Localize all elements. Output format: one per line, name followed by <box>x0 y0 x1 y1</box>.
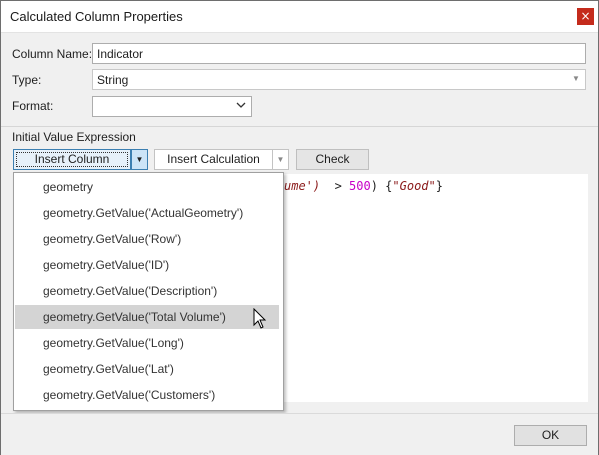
insert-column-menu: geometry geometry.GetValue('ActualGeomet… <box>13 172 284 411</box>
menu-item-description[interactable]: geometry.GetValue('Description') <box>15 279 279 303</box>
menu-item-total-volume[interactable]: geometry.GetValue('Total Volume') <box>15 305 279 329</box>
ok-label: OK <box>541 428 560 442</box>
format-label: Format: <box>12 99 54 113</box>
check-label: Check <box>315 152 350 166</box>
type-label: Type: <box>12 73 42 87</box>
code-string: "Good" <box>392 179 436 193</box>
insert-calculation-dropdown-toggle[interactable]: ▼ <box>272 149 289 170</box>
column-name-label: Column Name: <box>12 47 93 61</box>
expression-section-label: Initial Value Expression <box>12 130 136 144</box>
menu-item-actual-geometry[interactable]: geometry.GetValue('ActualGeometry') <box>15 201 279 225</box>
focus-rectangle <box>16 152 128 167</box>
chevron-down-icon: ▼ <box>572 74 580 83</box>
dialog-window: Calculated Column Properties × Column Na… <box>0 0 599 455</box>
mouse-cursor-icon <box>253 307 267 333</box>
chevron-down-icon: ▼ <box>276 155 285 164</box>
code-operator: > <box>320 179 350 193</box>
ok-button[interactable]: OK <box>514 425 587 446</box>
code-fragment: ume') <box>284 179 321 193</box>
chevron-down-icon <box>235 99 247 114</box>
insert-calculation-button[interactable]: Insert Calculation <box>154 149 273 170</box>
code-close-brace: } <box>435 179 443 193</box>
insert-column-button[interactable]: Insert Column <box>13 149 131 170</box>
check-button[interactable]: Check <box>296 149 369 170</box>
menu-item-long[interactable]: geometry.GetValue('Long') <box>15 331 279 355</box>
chevron-down-icon: ▼ <box>135 155 144 164</box>
close-icon: × <box>580 9 591 23</box>
close-button[interactable]: × <box>577 8 594 25</box>
type-select[interactable]: String ▼ <box>92 69 586 90</box>
code-number: 500 <box>349 179 371 193</box>
menu-item-id[interactable]: geometry.GetValue('ID') <box>15 253 279 277</box>
expression-code: ume') > 500) {"Good"} <box>284 179 443 193</box>
insert-column-dropdown-toggle[interactable]: ▼ <box>131 149 148 170</box>
menu-item-customers[interactable]: geometry.GetValue('Customers') <box>15 383 279 407</box>
section-divider <box>1 126 598 127</box>
button-bar <box>1 413 598 455</box>
type-value: String <box>97 73 129 87</box>
format-select[interactable] <box>92 96 252 117</box>
insert-calculation-label: Insert Calculation <box>167 152 260 166</box>
title-bar: Calculated Column Properties × <box>1 1 598 33</box>
menu-item-row[interactable]: geometry.GetValue('Row') <box>15 227 279 251</box>
window-title: Calculated Column Properties <box>10 9 183 24</box>
code-brace: ) { <box>370 179 393 193</box>
menu-item-geometry[interactable]: geometry <box>15 175 279 199</box>
column-name-input[interactable]: Indicator <box>92 43 586 64</box>
menu-item-lat[interactable]: geometry.GetValue('Lat') <box>15 357 279 381</box>
